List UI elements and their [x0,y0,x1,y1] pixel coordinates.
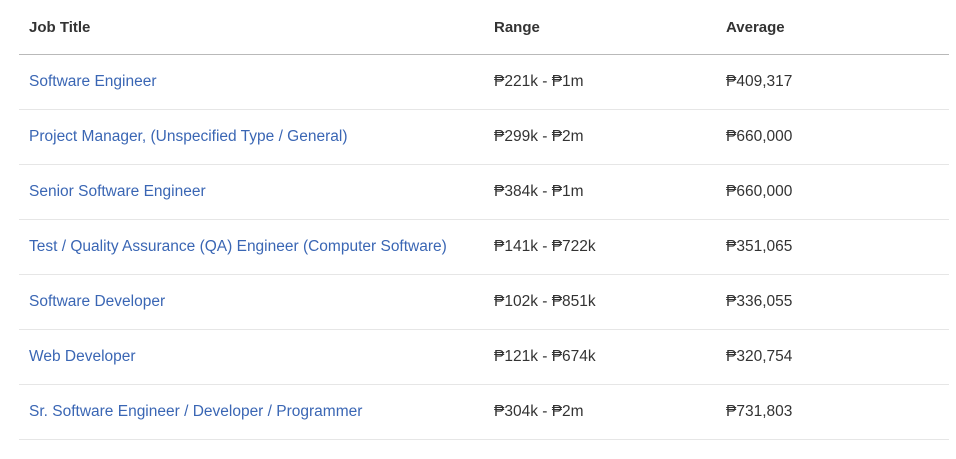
job-title-cell: Project Manager, (Unspecified Type / Gen… [19,109,484,165]
table-row: Test / Quality Assurance (QA) Engineer (… [19,219,949,275]
header-row: Job Title Range Average [19,0,949,55]
range-cell: ₱299k - ₱2m [484,109,716,165]
range-cell: ₱141k - ₱722k [484,219,716,275]
job-title-link[interactable]: Project Manager, (Unspecified Type / Gen… [29,128,347,145]
salary-table-container: Job Title Range Average Software Enginee… [0,0,956,459]
job-title-link[interactable]: Software Engineer [29,73,157,90]
average-cell: ₱731,803 [716,384,949,440]
range-cell: ₱102k - ₱851k [484,274,716,330]
job-title-link[interactable]: Senior Software Engineer [29,183,206,200]
table-body: Software Engineer ₱221k - ₱1m ₱409,317 P… [19,54,949,440]
job-title-link[interactable]: Software Developer [29,293,165,310]
column-header-average: Average [716,0,949,55]
job-title-cell: Software Developer [19,274,484,330]
average-cell: ₱409,317 [716,54,949,110]
job-title-link[interactable]: Web Developer [29,348,136,365]
average-cell: ₱660,000 [716,164,949,220]
job-title-cell: Software Engineer [19,54,484,110]
range-cell: ₱121k - ₱674k [484,329,716,385]
column-header-range: Range [484,0,716,55]
average-cell: ₱351,065 [716,219,949,275]
average-cell: ₱660,000 [716,109,949,165]
range-cell: ₱304k - ₱2m [484,384,716,440]
average-cell: ₱336,055 [716,274,949,330]
table-row: Project Manager, (Unspecified Type / Gen… [19,109,949,165]
salary-table: Job Title Range Average Software Enginee… [19,0,949,440]
table-row: Software Developer ₱102k - ₱851k ₱336,05… [19,274,949,330]
average-cell: ₱320,754 [716,329,949,385]
table-header: Job Title Range Average [19,0,949,55]
range-cell: ₱384k - ₱1m [484,164,716,220]
table-row: Sr. Software Engineer / Developer / Prog… [19,384,949,440]
table-row: Software Engineer ₱221k - ₱1m ₱409,317 [19,54,949,110]
job-title-cell: Web Developer [19,329,484,385]
range-cell: ₱221k - ₱1m [484,54,716,110]
column-header-job-title: Job Title [19,0,484,55]
job-title-cell: Sr. Software Engineer / Developer / Prog… [19,384,484,440]
table-row: Senior Software Engineer ₱384k - ₱1m ₱66… [19,164,949,220]
job-title-cell: Test / Quality Assurance (QA) Engineer (… [19,219,484,275]
job-title-cell: Senior Software Engineer [19,164,484,220]
job-title-link[interactable]: Sr. Software Engineer / Developer / Prog… [29,403,362,420]
table-row: Web Developer ₱121k - ₱674k ₱320,754 [19,329,949,385]
job-title-link[interactable]: Test / Quality Assurance (QA) Engineer (… [29,238,447,255]
